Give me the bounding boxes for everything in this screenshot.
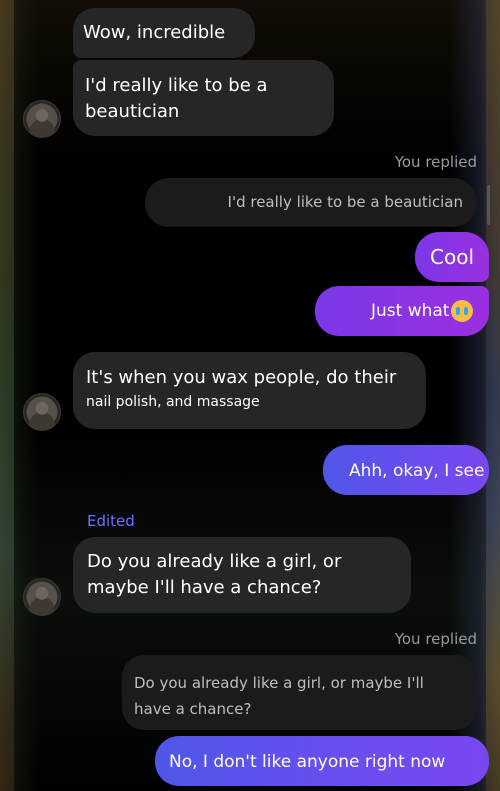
quoted-message[interactable]: Do you already like a girl, or maybe I'l… [122,655,477,730]
contact-avatar[interactable] [23,393,61,431]
message-text: Wow, incredible [83,22,226,43]
ambient-edge-right [486,0,500,791]
message-text: Just what [371,301,450,321]
incoming-message[interactable]: I'd really like to be a beautician [73,60,334,136]
incoming-message[interactable]: Do you already like a girl, or maybe I'l… [73,537,411,613]
you-replied-label: You replied [394,153,477,171]
edited-label: Edited [87,512,135,530]
outgoing-message[interactable]: Ahh, okay, I see [323,445,489,495]
message-text: Ahh, okay, I see [349,461,485,481]
message-text: Cool [430,245,474,269]
quoted-message[interactable]: I'd really like to be a beautician [145,178,477,227]
quoted-text: I'd really like to be a beautician [227,193,463,211]
you-replied-label: You replied [394,630,477,648]
quoted-text: Do you already like a girl, or maybe I'l… [134,674,424,718]
message-text-line1: It's when you wax people, do their [86,367,397,388]
outgoing-message[interactable]: Cool [415,232,489,282]
message-text: No, I don't like anyone right now [169,752,446,772]
contact-avatar[interactable] [23,100,61,138]
message-text: Do you already like a girl, or maybe I'l… [87,551,342,598]
outgoing-message[interactable]: Just what [315,286,489,336]
outgoing-message[interactable]: No, I don't like anyone right now [155,736,489,786]
message-text-line2: nail polish, and massage [86,394,260,410]
message-text: I'd really like to be a beautician [85,75,268,122]
chat-screen: Wow, incredible I'd really like to be a … [0,0,500,791]
ambient-edge-left [0,0,14,791]
incoming-message[interactable]: Wow, incredible [73,8,255,58]
incoming-message[interactable]: It's when you wax people, do their nail … [73,352,426,429]
crying-face-emoji-icon [451,300,474,322]
scrollbar-thumb[interactable] [487,185,490,225]
contact-avatar[interactable] [23,578,61,616]
